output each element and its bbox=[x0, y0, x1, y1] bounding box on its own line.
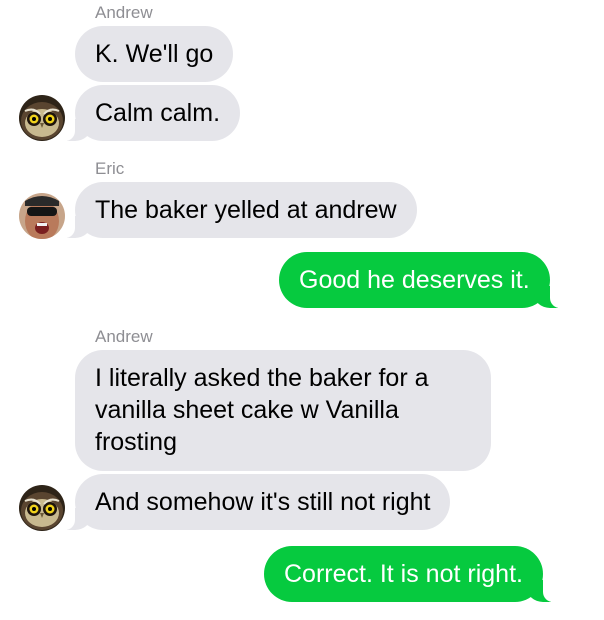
message-text: Correct. It is not right. bbox=[284, 560, 523, 588]
sender-name-andrew: Andrew bbox=[95, 3, 153, 22]
message-text: Calm calm. bbox=[95, 99, 221, 127]
message-bubble-outgoing[interactable]: Correct. It is not right. bbox=[264, 546, 559, 602]
message-text: And somehow it's still not right bbox=[95, 488, 431, 516]
avatar-andrew-owl-icon[interactable] bbox=[19, 485, 65, 531]
message-bubble-incoming[interactable]: K. We'll go bbox=[75, 26, 234, 82]
message-text: K. We'll go bbox=[95, 40, 214, 68]
message-bubble-incoming[interactable]: Calm calm. bbox=[58, 85, 241, 141]
message-bubble-incoming[interactable]: The baker yelled at andrew bbox=[59, 182, 417, 238]
avatar-andrew-owl-icon[interactable] bbox=[19, 95, 65, 141]
avatar-eric-person-icon[interactable] bbox=[19, 193, 65, 239]
sender-name-andrew: Andrew bbox=[95, 327, 153, 346]
message-text: Good he deserves it. bbox=[299, 266, 530, 294]
message-text: The baker yelled at andrew bbox=[95, 196, 397, 224]
message-bubble-outgoing[interactable]: Good he deserves it. bbox=[279, 252, 566, 308]
message-bubble-incoming[interactable]: I literally asked the baker for a vanill… bbox=[75, 350, 491, 471]
message-bubble-incoming[interactable]: And somehow it's still not right bbox=[58, 474, 451, 530]
message-text: I literally asked the baker for a vanill… bbox=[95, 364, 429, 456]
sender-name-eric: Eric bbox=[95, 159, 125, 178]
